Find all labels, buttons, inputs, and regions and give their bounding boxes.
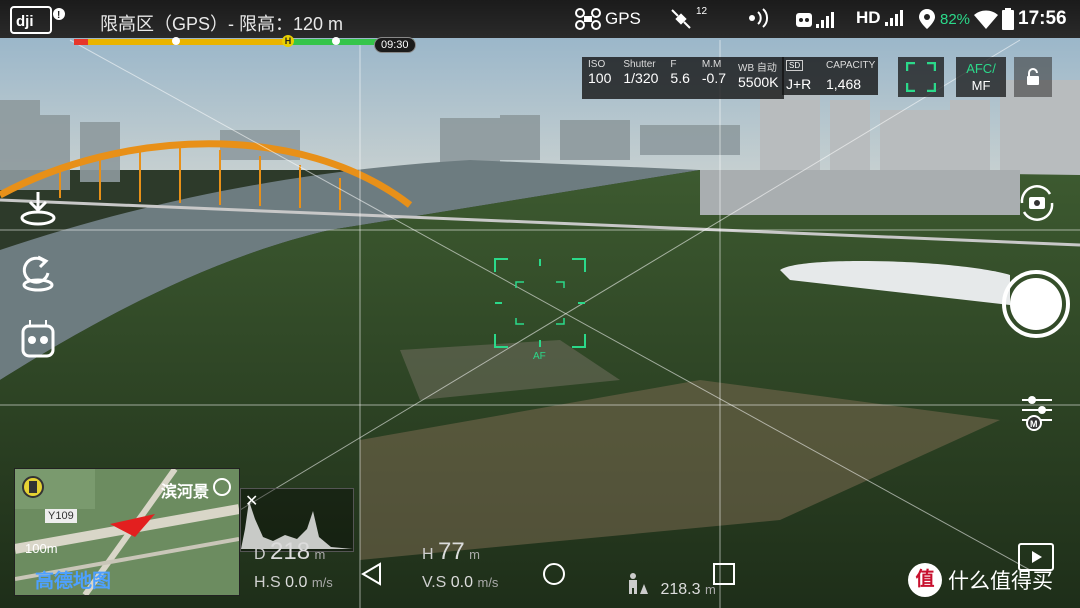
aperture-param: F 5.6 bbox=[670, 59, 689, 97]
remote-icon bbox=[796, 12, 834, 28]
home-marker: H bbox=[282, 35, 294, 47]
horizontal-speed-unit: m/s bbox=[311, 575, 333, 590]
map-scale: 100m bbox=[25, 541, 58, 556]
map-brand-logo: 高德地图 bbox=[35, 571, 112, 592]
white-balance-label: WB 自动 bbox=[738, 63, 777, 74]
clock: 17:56 bbox=[1018, 8, 1067, 29]
watermark-text: 什么值得买 bbox=[948, 570, 1053, 593]
capacity-label: CAPACITY bbox=[826, 60, 876, 71]
location-icon bbox=[919, 9, 935, 29]
satellite-icon bbox=[671, 9, 691, 29]
svg-text:!: ! bbox=[57, 10, 60, 21]
height-readout: H 77 m bbox=[422, 538, 480, 566]
af-label: AF bbox=[533, 351, 546, 362]
recents-icon[interactable] bbox=[712, 562, 736, 586]
gps-label: GPS bbox=[605, 9, 641, 28]
drone-icon bbox=[575, 8, 601, 30]
sd-card-icon: SD bbox=[786, 60, 804, 71]
signal-icon bbox=[749, 8, 769, 28]
flight-time-bar: H bbox=[74, 35, 414, 47]
remote-controller-icon[interactable] bbox=[18, 318, 58, 358]
aperture-value: 5.6 bbox=[670, 70, 690, 86]
close-icon[interactable]: ✕ bbox=[245, 491, 258, 511]
wifi-icon bbox=[974, 10, 999, 29]
vertical-speed-unit: m/s bbox=[477, 575, 499, 590]
satellite-status[interactable]: 12 bbox=[670, 5, 708, 30]
battery-icon bbox=[1002, 8, 1015, 30]
transmission-status[interactable] bbox=[744, 8, 772, 28]
exposure-comp-label: M.M bbox=[701, 59, 722, 70]
af-focus-box[interactable]: AF bbox=[494, 258, 586, 362]
pilot-icon bbox=[629, 573, 648, 594]
horizontal-speed-label: H.S bbox=[254, 574, 281, 591]
iso-label: ISO bbox=[588, 59, 606, 70]
top-status-bar: dji ! 限高区（GPS）- 限高：120 m GPS 12 HD 82% 1… bbox=[0, 0, 1080, 38]
shutter-value: 1/320 bbox=[623, 70, 659, 86]
photo-format: J+R bbox=[786, 76, 812, 92]
hd-signal-bars-icon bbox=[884, 10, 903, 26]
iso-param: ISO 100 bbox=[588, 59, 611, 97]
home-distance-value: 218.3 bbox=[660, 581, 701, 598]
vertical-speed-readout: V.S 0.0 m/s bbox=[422, 574, 498, 592]
takeoff-icon[interactable] bbox=[18, 190, 58, 230]
critical-segment bbox=[74, 39, 88, 45]
dji-logo[interactable]: dji ! bbox=[10, 6, 66, 34]
camera-parameters-panel[interactable]: ISO 100 Shutter 1/320 F 5.6 M.M -0.7 WB … bbox=[582, 57, 785, 99]
height-unit: m bbox=[469, 547, 481, 562]
exposure-comp-param: M.M -0.7 bbox=[702, 59, 726, 97]
shutter-label: Shutter bbox=[623, 59, 656, 70]
remaining-flight-time: 09:30 bbox=[374, 37, 416, 53]
horizontal-speed-value: 0.0 bbox=[285, 574, 308, 591]
mf-label: MF bbox=[971, 78, 991, 93]
horizontal-speed-readout: H.S 0.0 m/s bbox=[254, 574, 333, 592]
white-balance-param: WB 自动 5500K bbox=[738, 59, 778, 97]
camera-switch-icon[interactable] bbox=[1016, 184, 1058, 222]
watermark-badge: 值 bbox=[908, 563, 942, 597]
back-icon[interactable] bbox=[360, 562, 384, 586]
distance-unit: m bbox=[314, 547, 326, 562]
distance-value: 218 bbox=[270, 538, 311, 565]
vertical-speed-label: V.S bbox=[422, 574, 447, 591]
exposure-comp-value: -0.7 bbox=[701, 70, 726, 86]
settings-sliders-icon[interactable]: M bbox=[1020, 394, 1054, 432]
height-value: 77 bbox=[438, 538, 465, 565]
shutter-param: Shutter 1/320 bbox=[623, 59, 658, 97]
storage-panel[interactable]: SD CAPACITY J+R 1,468 bbox=[782, 57, 878, 95]
flight-restriction-notice[interactable]: 限高区（GPS）- 限高：120 m bbox=[100, 10, 343, 36]
watermark: 值 什么值得买 bbox=[908, 563, 1053, 597]
satellite-count: 12 bbox=[696, 5, 708, 17]
ae-lock-button[interactable] bbox=[1014, 57, 1052, 97]
low-battery-marker bbox=[172, 37, 180, 45]
hd-label: HD bbox=[856, 8, 881, 27]
home-distance-readout: 218.3 m bbox=[624, 572, 716, 599]
home-icon[interactable] bbox=[542, 562, 566, 586]
distance-label: D bbox=[254, 546, 266, 563]
battery-status[interactable]: 82% bbox=[918, 8, 1015, 30]
distance-readout: D 218 m bbox=[254, 538, 325, 566]
height-label: H bbox=[422, 546, 434, 563]
mini-map[interactable]: Y109 滨河景 100m 高德地图 bbox=[14, 468, 240, 596]
lock-icon bbox=[1027, 68, 1039, 85]
afc-label: AFC/ bbox=[966, 61, 996, 76]
focus-mode-toggle[interactable]: AFC/ MF bbox=[956, 57, 1006, 97]
white-balance-value: 5500K bbox=[738, 74, 779, 90]
shutter-button[interactable] bbox=[1002, 270, 1070, 338]
rc-signal-status[interactable] bbox=[794, 8, 834, 30]
vertical-speed-value: 0.0 bbox=[450, 574, 474, 591]
focus-frame-button[interactable] bbox=[898, 57, 944, 97]
aperture-label: F bbox=[670, 59, 677, 70]
map-road-label: Y109 bbox=[45, 509, 77, 523]
map-place-label: 滨河景 bbox=[161, 484, 210, 501]
svg-text:dji: dji bbox=[16, 13, 34, 30]
svg-text:M: M bbox=[1030, 419, 1038, 429]
capacity-value: 1,468 bbox=[826, 76, 862, 92]
hd-signal-status[interactable]: HD bbox=[856, 8, 903, 28]
return-home-icon[interactable] bbox=[18, 255, 58, 295]
iso-value: 100 bbox=[588, 70, 612, 86]
battery-percent: 82% bbox=[940, 10, 971, 28]
remaining-marker bbox=[332, 37, 340, 45]
gps-status[interactable]: GPS bbox=[575, 8, 641, 30]
focus-frame-icon bbox=[906, 62, 936, 92]
shutter-button-inner bbox=[1010, 278, 1062, 330]
